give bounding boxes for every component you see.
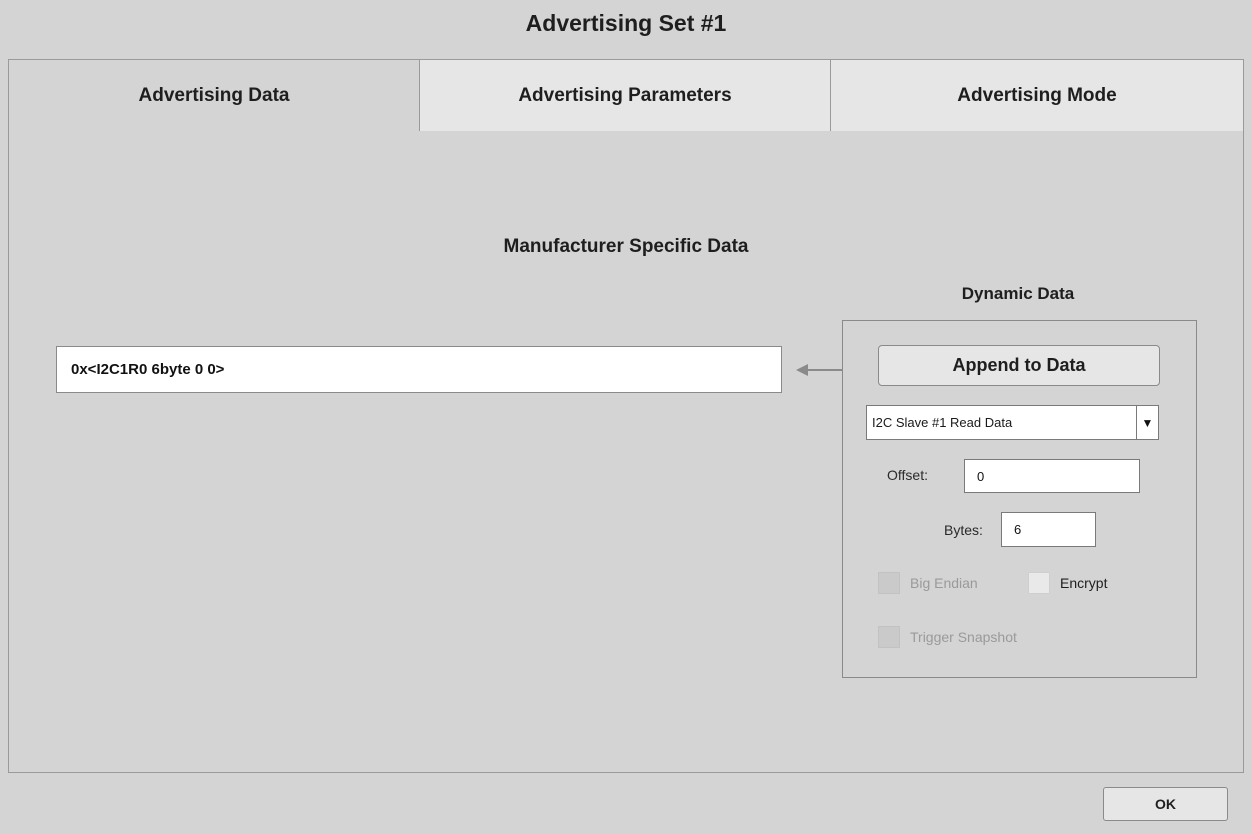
offset-label: Offset: <box>887 467 928 483</box>
bytes-input[interactable]: 6 <box>1001 512 1096 547</box>
ok-button[interactable]: OK <box>1103 787 1228 821</box>
dynamic-data-title: Dynamic Data <box>961 284 1075 303</box>
trigger-snapshot-label: Trigger Snapshot <box>910 629 1017 645</box>
encrypt-label: Encrypt <box>1060 575 1108 591</box>
bytes-label: Bytes: <box>944 522 983 538</box>
tab-advertising-mode[interactable]: Advertising Mode <box>830 59 1244 132</box>
offset-input[interactable]: 0 <box>964 459 1140 493</box>
encrypt-checkbox[interactable] <box>1028 572 1050 594</box>
window-title: Advertising Set #1 <box>525 9 727 36</box>
big-endian-checkbox[interactable] <box>878 572 900 594</box>
advertising-data-field[interactable]: 0x<I2C1R0 6byte 0 0> <box>56 346 782 393</box>
big-endian-label: Big Endian <box>910 575 978 591</box>
tab-advertising-data[interactable]: Advertising Data <box>8 59 420 132</box>
tab-bar: Advertising Data Advertising Parameters … <box>8 59 1244 132</box>
append-to-data-button[interactable]: Append to Data <box>878 345 1160 386</box>
trigger-snapshot-checkbox[interactable] <box>878 626 900 648</box>
tab-advertising-parameters[interactable]: Advertising Parameters <box>419 59 831 132</box>
dropdown-arrow-icon[interactable]: ▼ <box>1136 406 1158 439</box>
data-source-select[interactable]: I2C Slave #1 Read Data ▼ <box>866 405 1159 440</box>
left-arrow-icon <box>796 364 842 376</box>
data-source-value: I2C Slave #1 Read Data <box>872 415 1013 430</box>
section-title: Manufacturer Specific Data <box>503 236 749 257</box>
